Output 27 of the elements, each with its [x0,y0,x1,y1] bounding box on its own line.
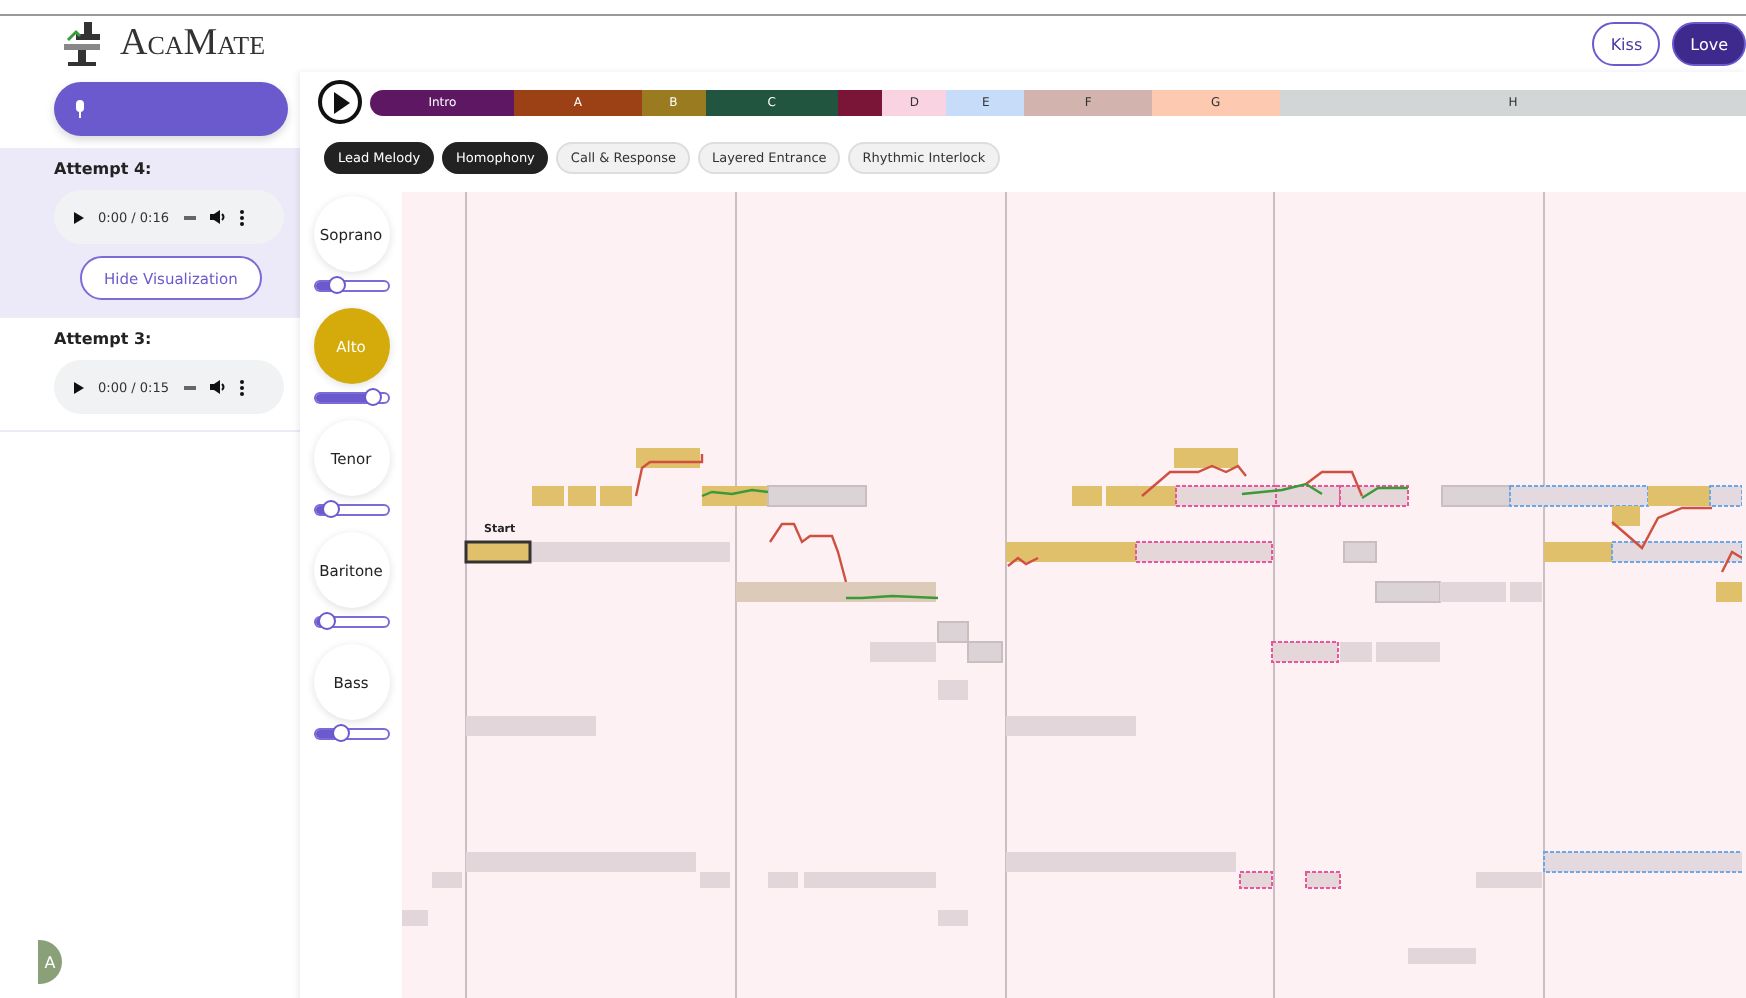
microphone-icon [74,99,86,119]
volume-slider[interactable] [313,504,389,516]
attempt-title: Attempt 4: [54,160,154,178]
section-segment[interactable] [838,89,883,115]
slider-thumb[interactable] [332,724,351,742]
volume-slider[interactable] [313,616,389,628]
play-button[interactable] [318,80,362,124]
slider-thumb[interactable] [364,388,383,406]
slider-thumb[interactable] [317,612,336,630]
record-button[interactable] [54,82,288,136]
volume-icon [209,210,226,224]
app-title: AcaMate [120,22,266,66]
volume-slider[interactable] [313,728,389,740]
play-icon [331,91,349,113]
volume-icon [209,380,226,394]
play-icon [74,381,84,393]
slider-thumb[interactable] [321,500,340,518]
volume-slider[interactable] [313,280,389,292]
slider-thumb[interactable] [328,276,347,294]
more-icon [239,209,244,225]
play-icon [74,211,84,223]
more-icon [239,379,244,395]
song-button[interactable]: Love [1672,22,1746,66]
logo-icon [60,20,104,68]
song-button[interactable]: Kiss [1592,22,1661,66]
attempt-title: Attempt 3: [54,330,154,348]
volume-slider[interactable] [313,392,389,404]
